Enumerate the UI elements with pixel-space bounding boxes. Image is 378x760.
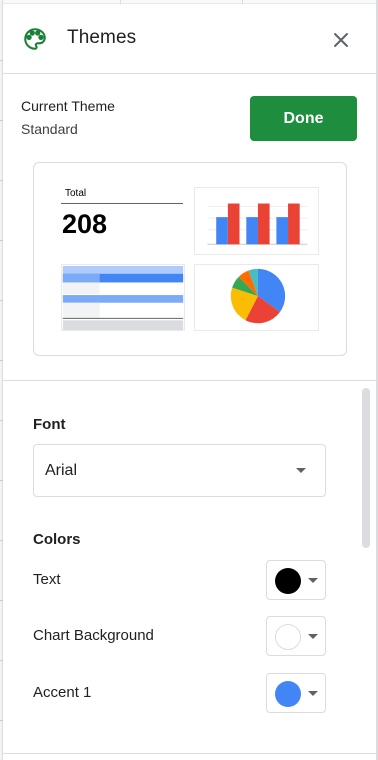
pie-chart-thumbnail bbox=[194, 264, 319, 331]
table-chart-thumbnail bbox=[61, 264, 185, 331]
section-divider bbox=[3, 380, 376, 381]
bar-red-3 bbox=[288, 203, 300, 245]
color-label-chart-background: Chart Background bbox=[33, 627, 154, 644]
font-heading: Font bbox=[33, 416, 66, 433]
arrow-drop-down-icon bbox=[296, 468, 306, 473]
current-theme-label: Current Theme bbox=[21, 98, 115, 114]
color-swatch bbox=[275, 681, 301, 707]
theme-preview-card[interactable]: Total 208 bbox=[33, 162, 347, 356]
done-button[interactable]: Done bbox=[250, 96, 357, 141]
bar-red-1 bbox=[227, 203, 240, 245]
panel-bottom-border bbox=[3, 753, 376, 754]
accent-1-color-picker[interactable] bbox=[266, 673, 326, 713]
palette-icon bbox=[24, 28, 46, 50]
bar-chart-thumbnail bbox=[194, 187, 319, 255]
bar-blue-3 bbox=[276, 217, 289, 245]
bar-red-2 bbox=[257, 203, 270, 245]
panel-scrollbar[interactable] bbox=[362, 388, 370, 548]
arrow-drop-down-icon bbox=[308, 578, 318, 583]
bar-blue-1 bbox=[216, 217, 228, 245]
scorecard-title: Total bbox=[65, 188, 87, 199]
close-icon[interactable] bbox=[329, 28, 353, 52]
text-color-picker[interactable] bbox=[266, 560, 326, 600]
chart-background-color-picker[interactable] bbox=[266, 616, 326, 656]
bar-blue-2 bbox=[246, 217, 258, 245]
color-swatch bbox=[275, 624, 301, 650]
font-dropdown[interactable]: Arial bbox=[33, 444, 326, 497]
scorecard-preview: Total 208 bbox=[61, 187, 185, 255]
themes-panel-header: Themes bbox=[3, 4, 376, 74]
color-swatch bbox=[275, 568, 301, 594]
arrow-drop-down-icon bbox=[308, 634, 318, 639]
colors-heading: Colors bbox=[33, 531, 81, 548]
font-dropdown-value: Arial bbox=[45, 462, 78, 479]
current-theme-value: Standard bbox=[21, 121, 78, 137]
arrow-drop-down-icon bbox=[308, 691, 318, 696]
color-label-text: Text bbox=[33, 571, 61, 588]
color-label-accent-1: Accent 1 bbox=[33, 684, 92, 701]
scorecard-rule bbox=[61, 203, 183, 204]
scorecard-value: 208 bbox=[62, 209, 108, 239]
panel-title: Themes bbox=[67, 27, 137, 48]
